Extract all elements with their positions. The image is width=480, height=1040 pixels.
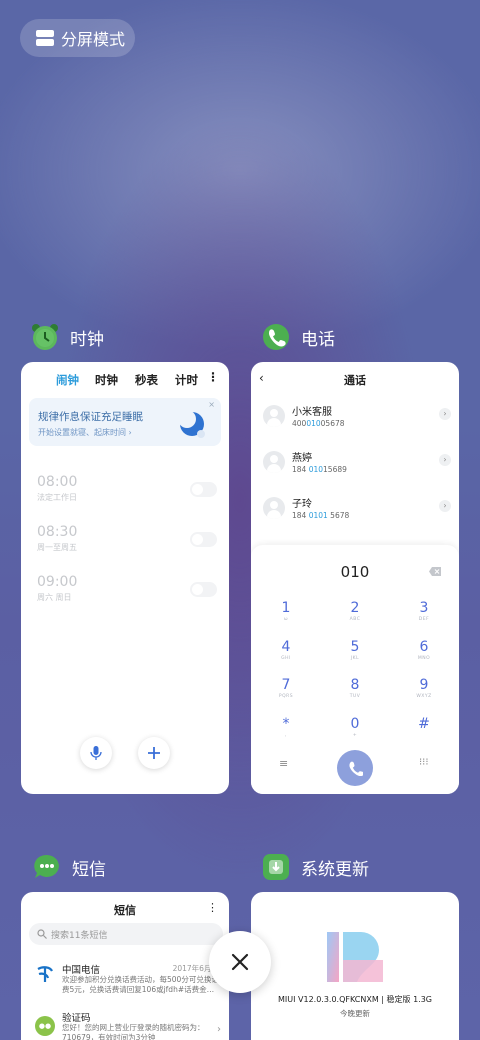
dial-key[interactable]: 1ω	[266, 600, 306, 622]
sms-app-card[interactable]: 短信 ⋮ 搜索11条短信 中国电信 2017年6月30 欢迎参加积分兑换话费活动…	[21, 892, 229, 1040]
dial-number: 010	[340, 563, 370, 581]
sms-title: 短信	[114, 904, 136, 917]
contact-avatar	[263, 497, 285, 519]
voice-alarm-button[interactable]	[80, 737, 112, 769]
banner-close-icon[interactable]: ×	[208, 400, 215, 409]
phone-call-icon	[349, 761, 363, 776]
split-screen-label: 分屏模式	[61, 30, 126, 49]
sleep-banner[interactable]: 规律作息保证充足睡眠 开始设置就寝、起床时间 › ×	[29, 398, 221, 446]
message-row[interactable]: 中国电信 2017年6月30 欢迎参加积分兑换话费活动，每500分可兑换话费5元…	[35, 962, 221, 1002]
dial-key[interactable]: 5 JKL	[335, 639, 375, 661]
phone-title: 通话	[344, 374, 366, 387]
clock-app-icon	[32, 324, 58, 350]
clear-all-button[interactable]	[209, 931, 271, 993]
backspace-icon[interactable]	[429, 567, 441, 576]
dial-key[interactable]: 6 MNO	[404, 639, 444, 661]
sms-app-icon	[34, 854, 59, 878]
add-alarm-button[interactable]	[138, 737, 170, 769]
china-telecom-icon	[37, 966, 53, 982]
alarm-toggle[interactable]	[190, 582, 217, 597]
tab-clock[interactable]: 时钟	[95, 372, 118, 388]
banner-subtitle: 开始设置就寝、起床时间 ›	[38, 428, 132, 437]
dial-key[interactable]: *,	[266, 716, 306, 738]
update-action[interactable]: 今晚更新	[251, 1008, 459, 1019]
message-preview: 您好！您的网上营业厅登录的随机密码为：710679，有效时间为3分钟	[62, 1023, 205, 1040]
system-update-card[interactable]: MIUI V12.0.3.0.QFKCNXM | 稳定版 1.3G 今晚更新	[251, 892, 459, 1040]
app-header-phone: 电话	[261, 322, 335, 352]
system-update-icon	[263, 854, 289, 880]
miui-12-logo	[327, 932, 383, 982]
verification-code-icon: ●●	[35, 1016, 55, 1036]
alarm-toggle[interactable]	[190, 482, 217, 497]
app-name: 短信	[72, 859, 106, 880]
keypad-icon[interactable]: ⁝⁝⁝	[419, 757, 429, 768]
chevron-right-icon: ›	[217, 1024, 221, 1035]
contact-row[interactable]: 燕婷 184 01015689 ›	[263, 448, 451, 478]
app-header-clock: 时钟	[30, 322, 104, 352]
dial-key[interactable]: 0 +	[335, 716, 375, 738]
plus-icon	[148, 747, 160, 759]
banner-title: 规律作息保证充足睡眠	[38, 411, 143, 423]
clock-app-card[interactable]: 闹钟 时钟 秒表 计时 ⋮ 规律作息保证充足睡眠 开始设置就寝、起床时间 › ×…	[21, 362, 229, 794]
alarm-desc: 法定工作日	[37, 493, 77, 502]
dial-key[interactable]: 7 PQRS	[266, 677, 306, 699]
contact-avatar	[263, 405, 285, 427]
dial-key[interactable]: 3 DEF	[404, 600, 444, 622]
call-button[interactable]	[337, 750, 373, 786]
dial-key[interactable]: 2 ABC	[335, 600, 375, 622]
alarm-item[interactable]: 09:00 周六 周日	[37, 574, 217, 608]
message-sender: 验证码	[62, 1013, 91, 1024]
alarm-desc: 周六 周日	[37, 593, 72, 602]
dial-key[interactable]: 8 TUV	[335, 677, 375, 699]
tab-timer[interactable]: 计时	[175, 372, 198, 388]
contact-detail-chevron-icon[interactable]: ›	[439, 408, 451, 420]
tab-stopwatch[interactable]: 秒表	[135, 372, 158, 388]
alarm-desc: 周一至周五	[37, 543, 77, 552]
moon-icon	[178, 410, 205, 438]
close-icon	[231, 953, 249, 971]
app-name: 电话	[301, 329, 335, 350]
update-version: MIUI V12.0.3.0.QFKCNXM | 稳定版 1.3G	[277, 995, 433, 1004]
message-preview: 欢迎参加积分兑换话费活动，每500分可兑换话费5元，兑换话费请回复106或jfd…	[62, 975, 219, 994]
search-placeholder: 搜索11条短信	[51, 931, 108, 941]
dial-key[interactable]: #	[404, 716, 444, 733]
app-header-update: 系统更新	[261, 852, 369, 882]
message-sender: 中国电信	[62, 965, 101, 976]
clock-tab-bar: 闹钟 时钟 秒表 计时 ⋮	[21, 370, 229, 390]
contact-name: 小米客服	[292, 407, 332, 418]
menu-icon[interactable]: ≡	[279, 757, 288, 770]
message-row[interactable]: ●● 验证码 您好！您的网上营业厅登录的随机密码为：710679，有效时间为3分…	[35, 1010, 221, 1040]
split-screen-icon	[36, 30, 54, 46]
microphone-icon	[90, 746, 102, 760]
contact-number: 184 01015689	[292, 465, 347, 474]
search-input[interactable]: 搜索11条短信	[29, 923, 223, 945]
app-name: 时钟	[70, 329, 104, 350]
dial-key[interactable]: 9 WXYZ	[404, 677, 444, 699]
app-name: 系统更新	[301, 859, 369, 880]
contact-row[interactable]: 子玲 184 0101 5678 ›	[263, 494, 451, 524]
app-header-sms: 短信	[32, 852, 106, 882]
contact-detail-chevron-icon[interactable]: ›	[439, 500, 451, 512]
contact-avatar	[263, 451, 285, 473]
phone-app-card[interactable]: ‹ 通话 小米客服 40001005678 › 燕婷 184 01015689 …	[251, 362, 459, 794]
alarm-item[interactable]: 08:30 周一至周五	[37, 524, 217, 558]
tab-alarm[interactable]: 闹钟	[56, 372, 79, 388]
alarm-toggle[interactable]	[190, 532, 217, 547]
split-screen-button[interactable]: 分屏模式	[20, 19, 135, 57]
search-icon	[37, 929, 47, 939]
contact-name: 子玲	[292, 499, 312, 510]
more-menu-icon[interactable]: ⋮	[207, 370, 219, 384]
more-menu-icon[interactable]: ⋮	[207, 901, 218, 914]
contact-detail-chevron-icon[interactable]: ›	[439, 454, 451, 466]
contact-number: 40001005678	[292, 419, 345, 428]
phone-app-icon	[263, 324, 289, 350]
contact-row[interactable]: 小米客服 40001005678 ›	[263, 402, 451, 432]
alarm-item[interactable]: 08:00 法定工作日	[37, 474, 217, 508]
contact-name: 燕婷	[292, 453, 312, 464]
dialpad: 010 1ω 2 ABC 3 DEF 4 GHI 5 JKL 6 MNO 7 PQRS 8T…	[251, 545, 459, 794]
contact-number: 184 0101 5678	[292, 511, 350, 520]
dial-key[interactable]: 4 GHI	[266, 639, 306, 661]
